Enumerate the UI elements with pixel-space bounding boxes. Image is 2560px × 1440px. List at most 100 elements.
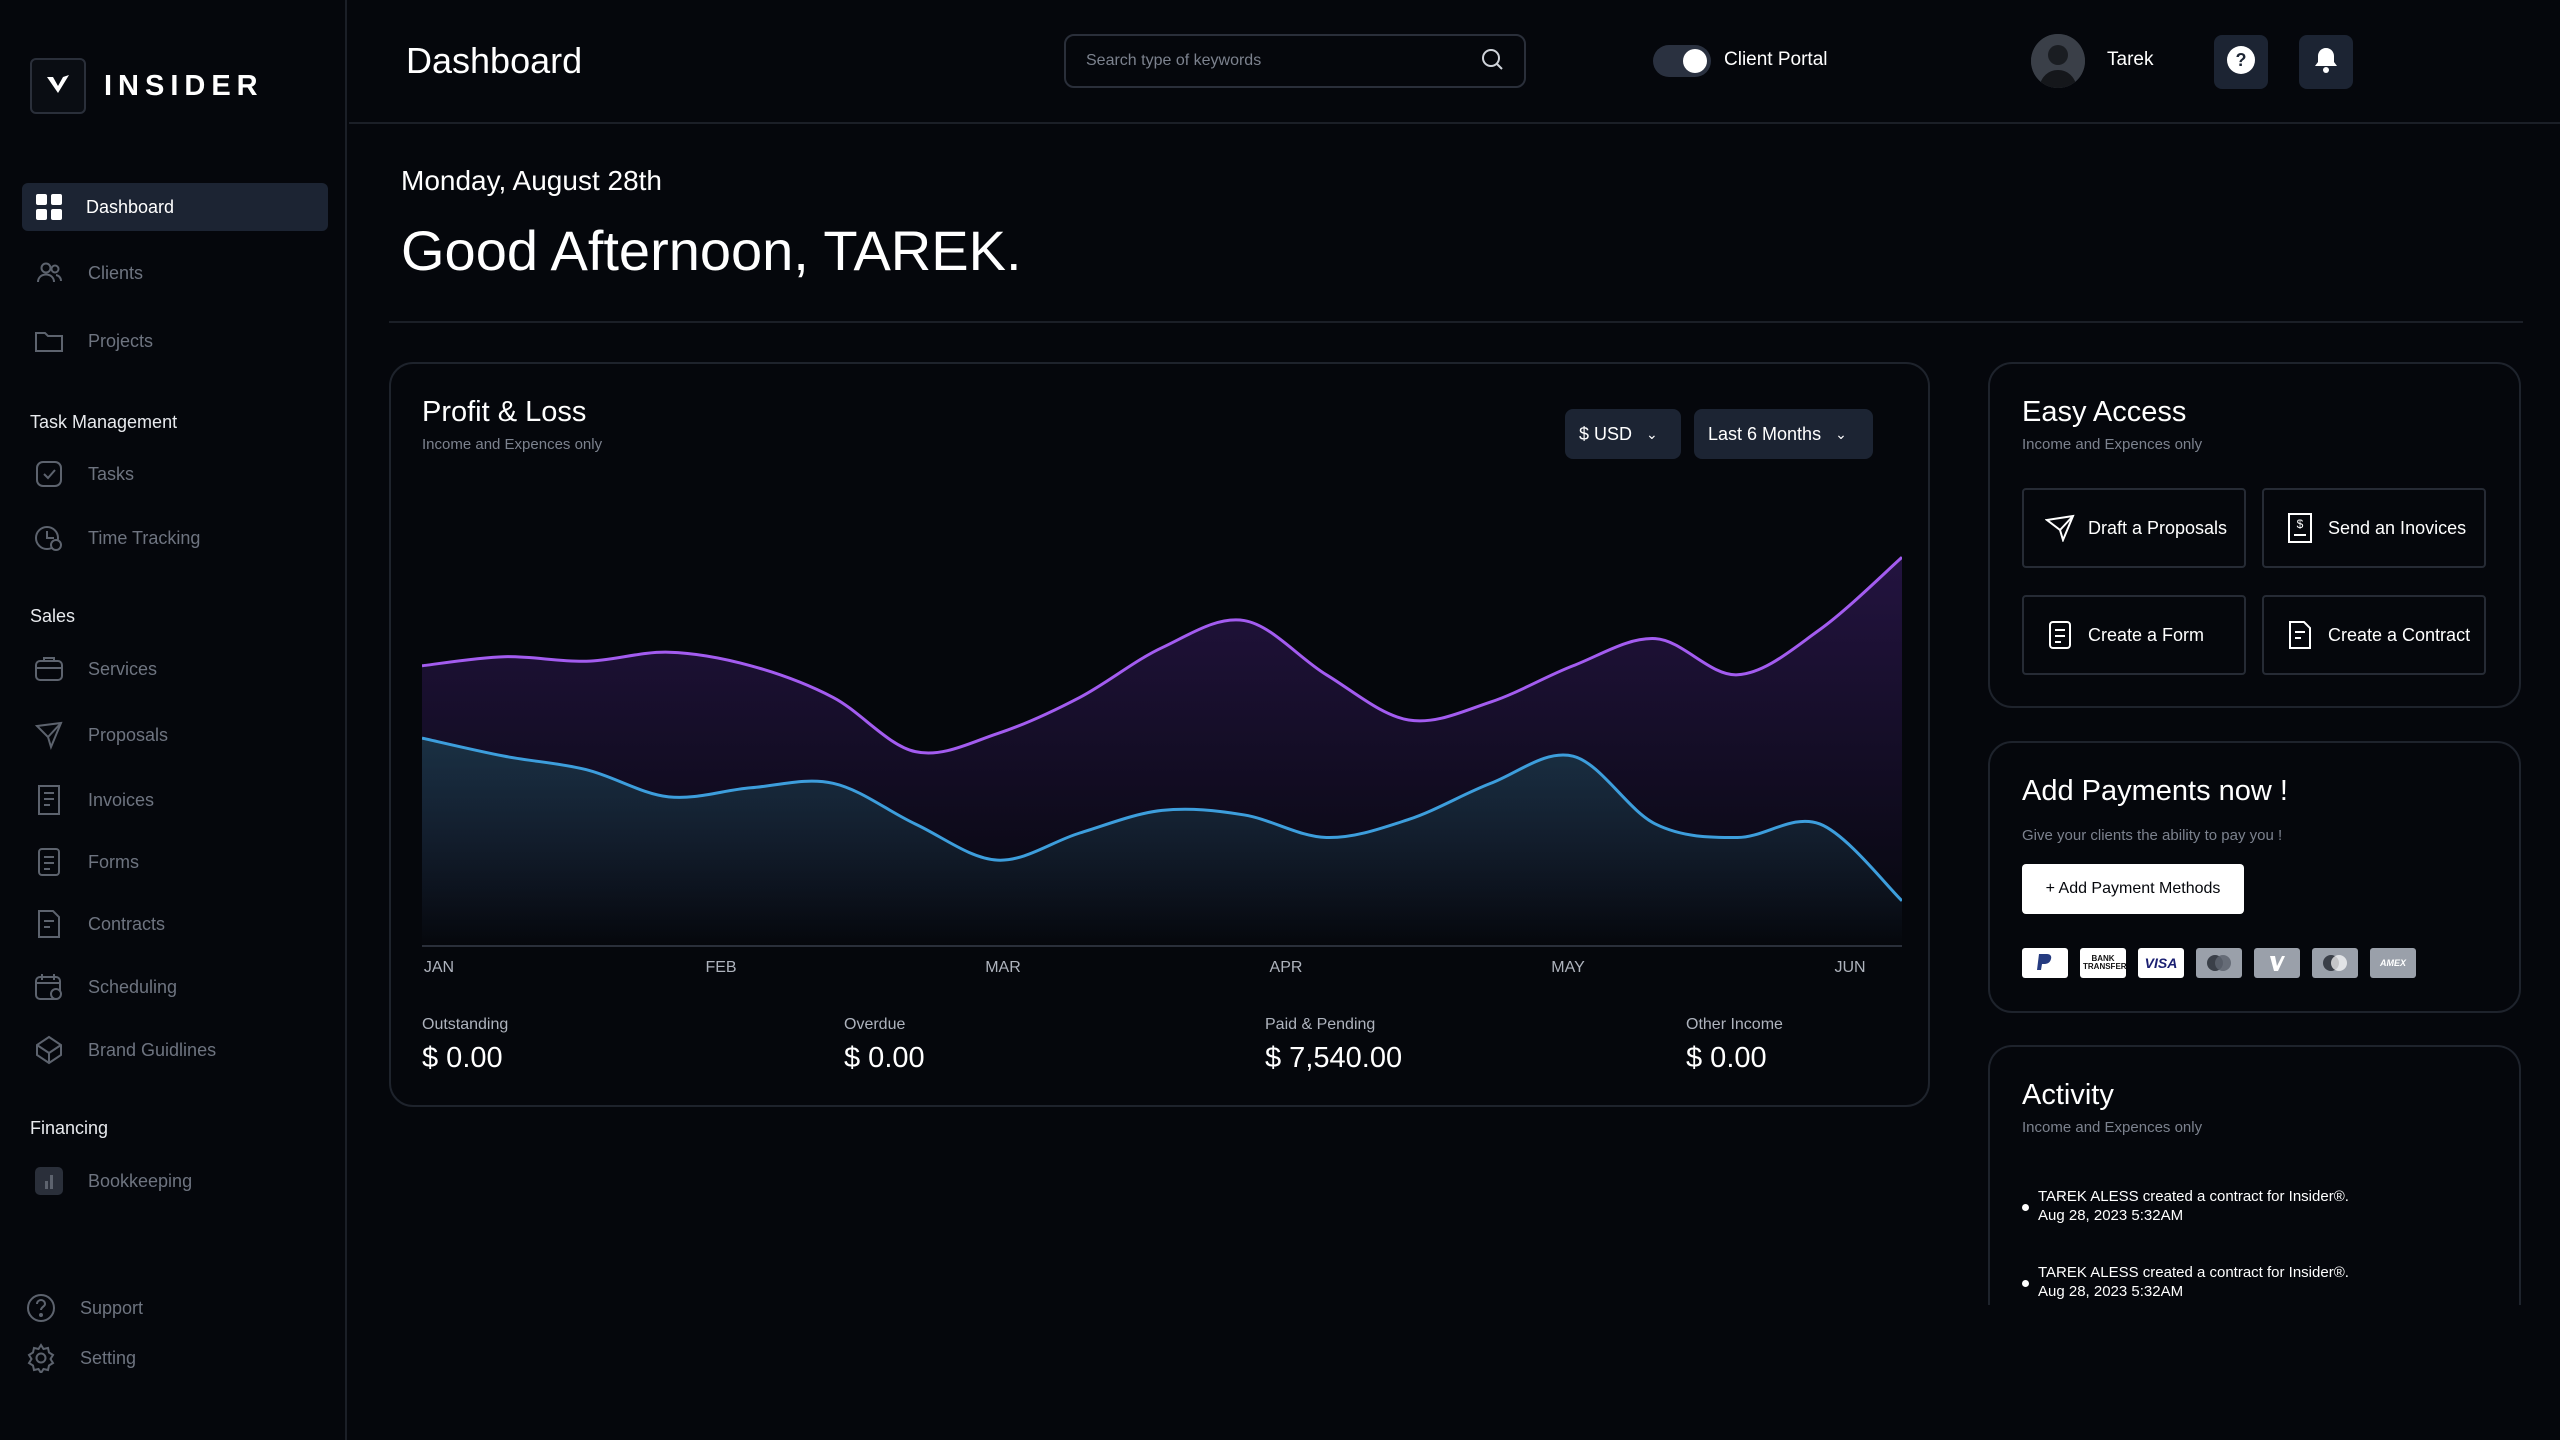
action-label: Create a Form — [2088, 624, 2205, 645]
add-payment-methods-button[interactable]: + Add Payment Methods — [2022, 864, 2244, 914]
action-label: Create a Contract — [2328, 624, 2471, 645]
currency-value: $ USD — [1579, 423, 1633, 444]
x-axis-tick-label: JAN — [423, 959, 455, 976]
sidebar-item-bookkeeping[interactable]: Bookkeeping — [22, 1157, 328, 1205]
search-bar[interactable] — [1064, 34, 1526, 88]
card-title: Add Payments now ! — [2022, 775, 2288, 807]
form-icon — [32, 845, 66, 879]
user-name[interactable]: Tarek — [2107, 49, 2153, 71]
sidebar-item-projects[interactable]: Projects — [22, 317, 328, 365]
bank-transfer-text: BANK TRANSFER — [2083, 954, 2127, 971]
visa-logo: VISA — [2138, 948, 2184, 978]
currency-select[interactable]: $ USD ⌄ — [1565, 409, 1681, 459]
card-subtitle: Income and Expences only — [2022, 436, 2203, 453]
sidebar-item-label: Setting — [80, 1347, 137, 1368]
greeting-message: Good Afternoon, TAREK. — [401, 219, 1022, 282]
clock-icon — [32, 521, 66, 555]
help-button[interactable]: ? — [2214, 35, 2268, 89]
sidebar-item-label: Invoices — [88, 789, 155, 810]
create-contract-button[interactable]: Create a Contract — [2262, 595, 2486, 675]
card-title: Profit & Loss — [422, 396, 587, 428]
toggle-knob — [1683, 49, 1707, 73]
stat-outstanding-value: $ 0.00 — [422, 1042, 503, 1074]
receipt-icon — [32, 783, 66, 817]
card-subtitle: Income and Expences only — [422, 436, 603, 453]
sidebar-item-tasks[interactable]: Tasks — [22, 450, 328, 498]
range-value: Last 6 Months — [1708, 423, 1822, 444]
search-icon[interactable] — [1480, 47, 1504, 76]
client-portal-toggle[interactable] — [1653, 45, 1711, 77]
sidebar-item-label: Scheduling — [88, 976, 178, 997]
sidebar-item-label: Bookkeeping — [88, 1170, 193, 1191]
grid-icon — [32, 190, 66, 224]
chevron-down-icon: ⌄ — [1646, 425, 1658, 442]
sidebar-item-clients[interactable]: Clients — [22, 249, 328, 297]
bank-transfer-logo: BANK TRANSFER — [2080, 948, 2127, 978]
section-task-management: Task Management — [30, 412, 178, 432]
mastercard-logo — [2196, 948, 2242, 978]
avatar[interactable] — [2031, 34, 2085, 88]
chevron-down-icon: ⌄ — [1835, 425, 1847, 442]
gear-icon — [24, 1341, 58, 1375]
sidebar-item-label: Support — [80, 1297, 144, 1318]
sidebar-item-label: Proposals — [88, 724, 169, 745]
help-circle-icon — [24, 1291, 58, 1325]
profit-loss-chart — [422, 556, 1902, 947]
maestro-logo — [2312, 948, 2358, 978]
sidebar-item-contracts[interactable]: Contracts — [22, 900, 328, 948]
search-input[interactable] — [1086, 52, 1480, 70]
x-axis-tick-label: MAY — [1551, 959, 1585, 976]
checkbox-icon — [32, 457, 66, 491]
receipt-icon: $ — [2284, 512, 2316, 544]
stat-outstanding-label: Outstanding — [422, 1016, 509, 1033]
activity-item[interactable]: TAREK ALESS created a contract for Insid… — [2022, 1263, 2502, 1301]
activity-time: Aug 28, 2023 5:32AM — [2038, 1207, 2184, 1224]
help-icon: ? — [2225, 44, 2257, 81]
sidebar-item-label: Time Tracking — [88, 527, 201, 548]
sidebar-item-services[interactable]: Services — [22, 645, 328, 693]
draft-proposal-button[interactable]: Draft a Proposals — [2022, 488, 2246, 568]
sidebar-item-label: Dashboard — [86, 196, 175, 217]
insider-logo-icon — [30, 58, 86, 114]
paper-plane-icon — [32, 718, 66, 752]
card-subtitle: Give your clients the ability to pay you… — [2022, 827, 2283, 844]
sidebar-item-proposals[interactable]: Proposals — [22, 711, 328, 759]
sidebar-item-dashboard[interactable]: Dashboard — [22, 183, 328, 231]
sidebar-item-brand-guidelines[interactable]: Brand Guidlines — [22, 1026, 328, 1074]
sidebar-item-invoices[interactable]: Invoices — [22, 776, 328, 824]
form-icon — [2044, 619, 2076, 651]
calendar-icon — [32, 970, 66, 1004]
x-axis-tick-label: FEB — [705, 959, 737, 976]
sidebar-item-label: Clients — [88, 262, 144, 283]
sidebar-item-label: Services — [88, 658, 158, 679]
send-invoice-button[interactable]: $ Send an Inovices — [2262, 488, 2486, 568]
action-label: Draft a Proposals — [2088, 517, 2228, 538]
sidebar-item-forms[interactable]: Forms — [22, 838, 328, 886]
notifications-button[interactable] — [2299, 35, 2353, 89]
range-select[interactable]: Last 6 Months ⌄ — [1694, 409, 1873, 459]
diamond-icon — [32, 1033, 66, 1067]
sidebar-item-label: Tasks — [88, 463, 135, 484]
activity-text: TAREK ALESS created a contract for Insid… — [2038, 1264, 2349, 1281]
activity-text: TAREK ALESS created a contract for Insid… — [2038, 1188, 2349, 1205]
create-form-button[interactable]: Create a Form — [2022, 595, 2246, 675]
brand-name: INSIDER — [104, 69, 264, 102]
logo[interactable]: INSIDER — [30, 58, 264, 114]
stat-overdue-value: $ 0.00 — [844, 1042, 925, 1074]
stat-other-income-value: $ 0.00 — [1686, 1042, 1767, 1074]
paypal-logo — [2022, 948, 2068, 978]
sidebar-item-support[interactable]: Support — [14, 1284, 320, 1332]
easy-access-card: Easy Access Income and Expences only Dra… — [1988, 362, 2521, 708]
sidebar-item-scheduling[interactable]: Scheduling — [22, 963, 328, 1011]
sidebar-item-label: Projects — [88, 330, 154, 351]
sidebar: INSIDER Dashboard Clients Projects Task … — [0, 0, 347, 1440]
sidebar-item-setting[interactable]: Setting — [14, 1334, 320, 1382]
sidebar-item-time-tracking[interactable]: Time Tracking — [22, 514, 328, 562]
client-portal-label: Client Portal — [1724, 49, 1828, 70]
chart-series-layer — [422, 556, 1902, 946]
bell-icon — [2313, 46, 2339, 79]
users-icon — [32, 256, 66, 290]
stat-overdue-label: Overdue — [844, 1016, 906, 1033]
activity-item[interactable]: TAREK ALESS created a contract for Insid… — [2022, 1187, 2502, 1225]
folder-icon — [32, 324, 66, 358]
